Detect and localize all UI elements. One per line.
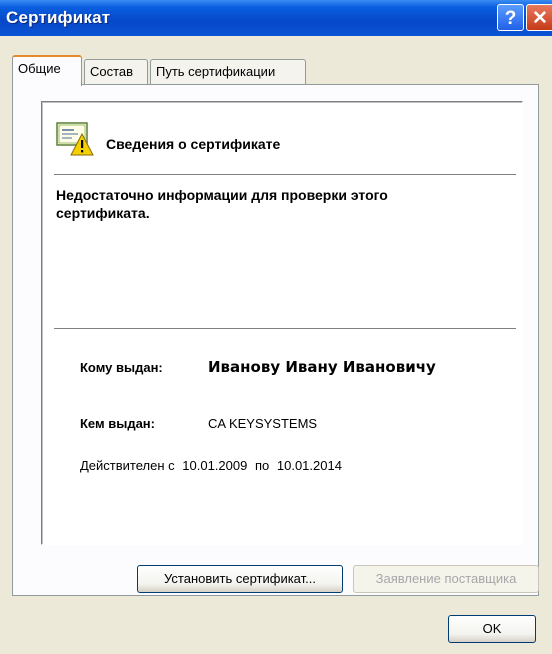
tab-general[interactable]: Общие [12, 55, 82, 86]
certificate-dialog: Сертификат ? ✕ Общие Состав Путь сертифи… [0, 0, 552, 654]
divider [54, 328, 516, 330]
valid-from-label: Действителен с [80, 458, 175, 473]
tab-details[interactable]: Состав [84, 59, 148, 85]
general-tab-panel: Сведения о сертификате Недостаточно инфо… [12, 84, 539, 596]
verification-warning: Недостаточно информации для проверки это… [56, 187, 388, 221]
valid-from-date: 10.01.2009 [182, 458, 248, 473]
issued-by-value: CA KEYSYSTEMS [208, 416, 318, 431]
close-icon[interactable]: ✕ [526, 4, 552, 31]
valid-to-label: по [254, 458, 270, 473]
ok-button[interactable]: OK [448, 615, 536, 643]
issued-to-value: Иванову Ивану Ивановичу [208, 358, 436, 376]
help-icon[interactable]: ? [497, 4, 524, 31]
issued-by-label: Кем выдан: [80, 416, 155, 431]
tab-certification-path[interactable]: Путь сертификации [150, 59, 306, 85]
issued-to-label: Кому выдан: [80, 360, 163, 375]
window-title: Сертификат [6, 8, 111, 27]
info-header: Сведения о сертификате [106, 136, 281, 152]
install-certificate-button[interactable]: Установить сертификат... [137, 565, 343, 593]
titlebar[interactable]: Сертификат ? ✕ [0, 0, 552, 36]
issuer-statement-button[interactable]: Заявление поставщика [353, 565, 539, 593]
valid-to-date: 10.01.2014 [276, 458, 342, 473]
validity-period: Действителен с 10.01.2009 по 10.01.2014 [80, 458, 346, 473]
divider [54, 174, 516, 176]
certificate-warning-icon [56, 122, 94, 156]
certificate-info-box: Сведения о сертификате Недостаточно инфо… [41, 101, 523, 545]
